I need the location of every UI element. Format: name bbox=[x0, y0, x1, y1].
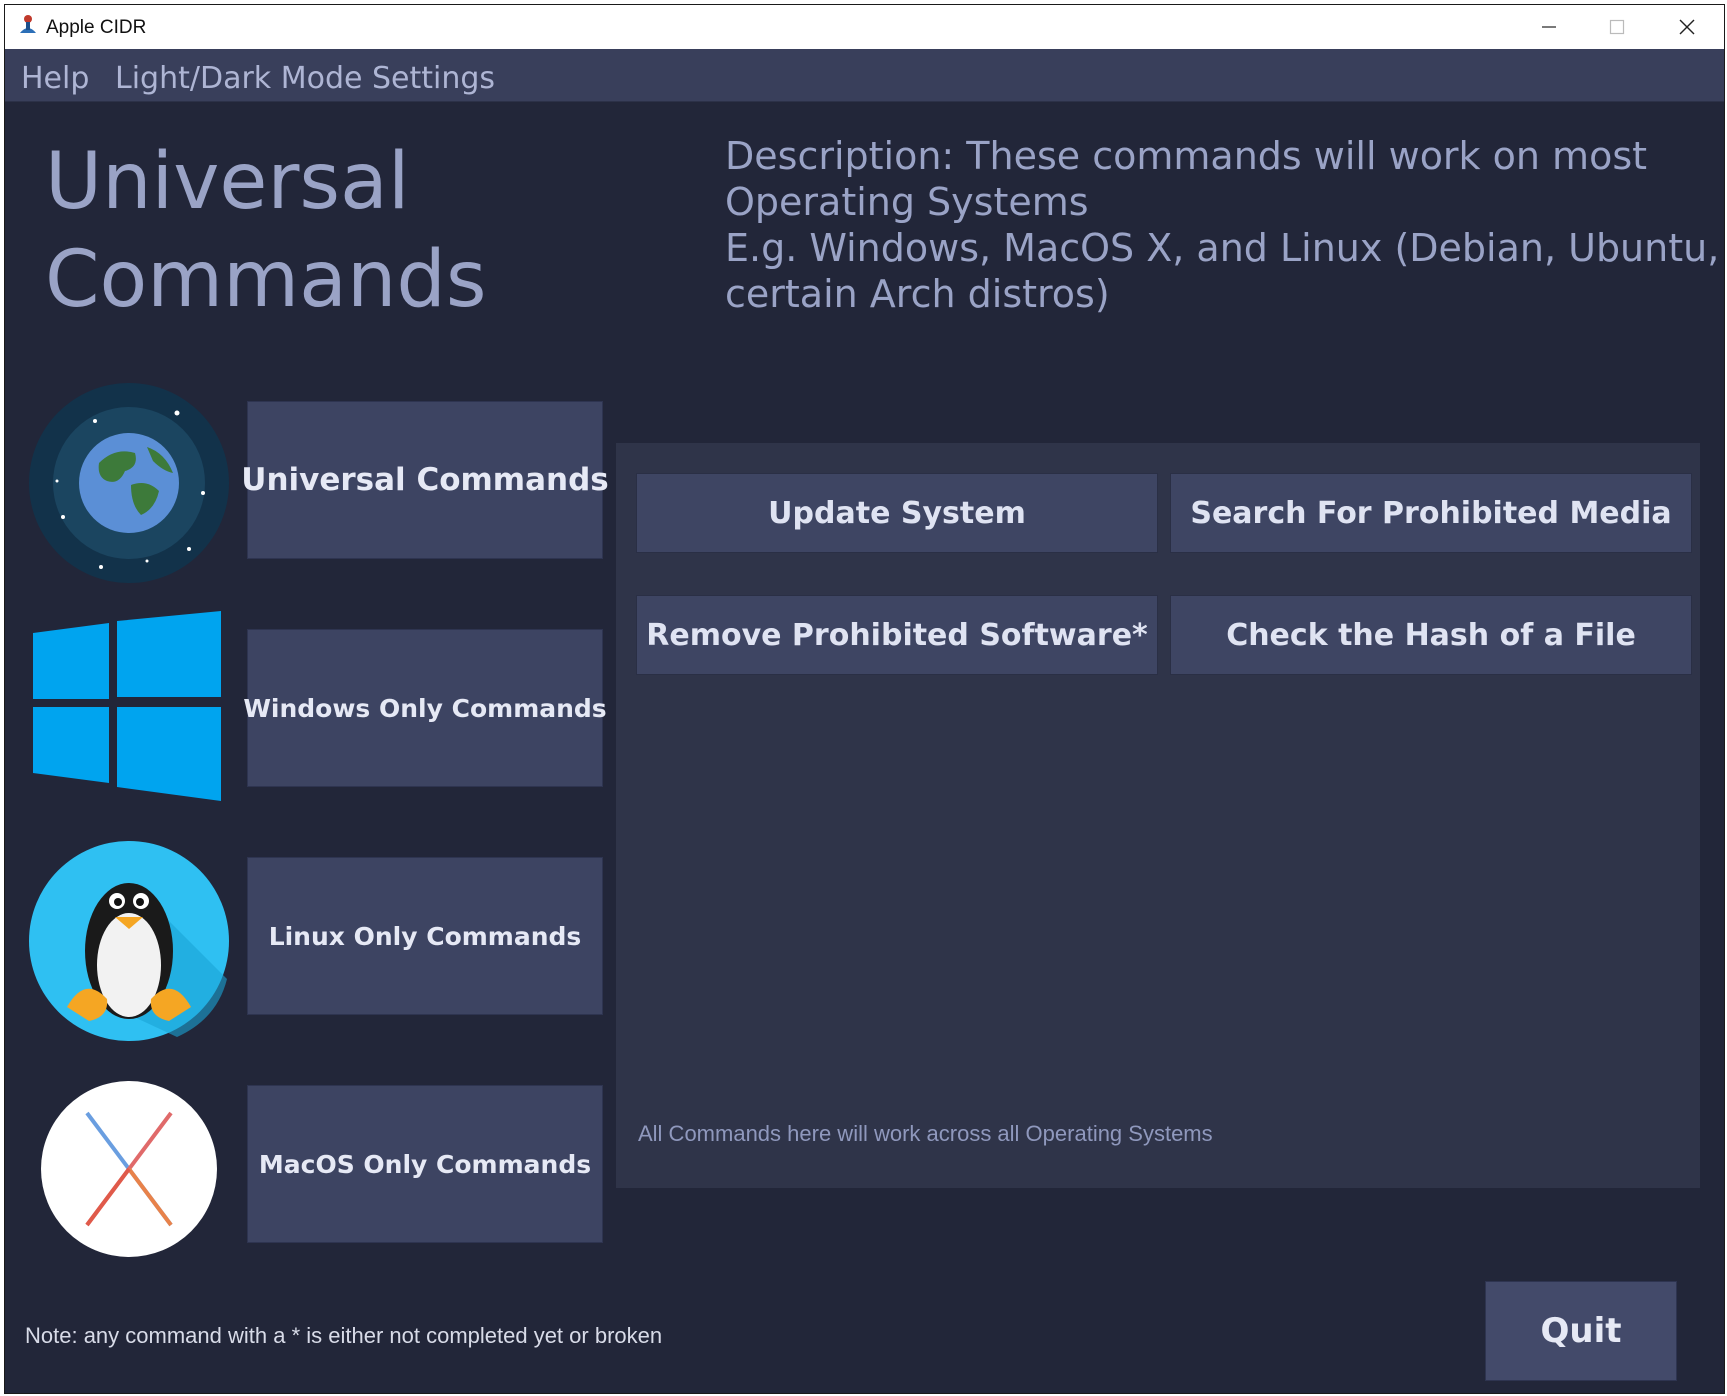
window-title: Apple CIDR bbox=[46, 17, 147, 38]
nav-windows-only-commands[interactable]: Windows Only Commands bbox=[243, 629, 607, 787]
description-line-3: E.g. Windows, MacOS X, and Linux (Debian… bbox=[725, 226, 1720, 270]
remove-prohibited-software-button[interactable]: Remove Prohibited Software* bbox=[636, 595, 1158, 675]
macos-x-icon bbox=[41, 1081, 217, 1257]
description-line-2: Operating Systems bbox=[725, 180, 1089, 224]
globe-icon bbox=[29, 383, 229, 583]
menu-light-dark-mode[interactable]: Light/Dark Mode Settings bbox=[115, 61, 495, 96]
nav-macos-only-commands[interactable]: MacOS Only Commands bbox=[247, 1085, 603, 1243]
title-bar: Apple CIDR bbox=[5, 5, 1724, 50]
app-window: Apple CIDR Help Light/Dark Mode Settings… bbox=[4, 4, 1725, 1394]
update-system-button[interactable]: Update System bbox=[636, 473, 1158, 553]
commands-panel: Update System Search For Prohibited Medi… bbox=[616, 443, 1700, 1188]
nav-universal-commands[interactable]: Universal Commands bbox=[241, 401, 609, 559]
close-icon[interactable] bbox=[1654, 5, 1720, 49]
menu-bar: Help Light/Dark Mode Settings bbox=[5, 49, 1724, 102]
footer-note: Note: any command with a * is either not… bbox=[25, 1323, 663, 1348]
search-prohibited-media-button[interactable]: Search For Prohibited Media bbox=[1170, 473, 1692, 553]
check-file-hash-button[interactable]: Check the Hash of a File bbox=[1170, 595, 1692, 675]
nav-linux-only-commands[interactable]: Linux Only Commands bbox=[247, 857, 603, 1015]
description-line-4: certain Arch distros) bbox=[725, 272, 1110, 316]
description-line-1: Description: These commands will work on… bbox=[725, 134, 1648, 178]
maximize-icon[interactable] bbox=[1584, 5, 1650, 49]
page-title-line-2: Commands bbox=[45, 235, 487, 325]
app-icon bbox=[20, 15, 36, 33]
minimize-icon[interactable] bbox=[1516, 5, 1582, 49]
menu-help[interactable]: Help bbox=[21, 61, 89, 96]
page-title-line-1: Universal bbox=[45, 137, 410, 227]
quit-button[interactable]: Quit bbox=[1485, 1281, 1677, 1381]
page-title: Universal Commands bbox=[45, 133, 565, 329]
linux-penguin-icon bbox=[29, 841, 229, 1041]
windows-logo-icon bbox=[33, 611, 221, 801]
description: Description: These commands will work on… bbox=[725, 133, 1720, 317]
panel-note: All Commands here will work across all O… bbox=[638, 1121, 1213, 1146]
